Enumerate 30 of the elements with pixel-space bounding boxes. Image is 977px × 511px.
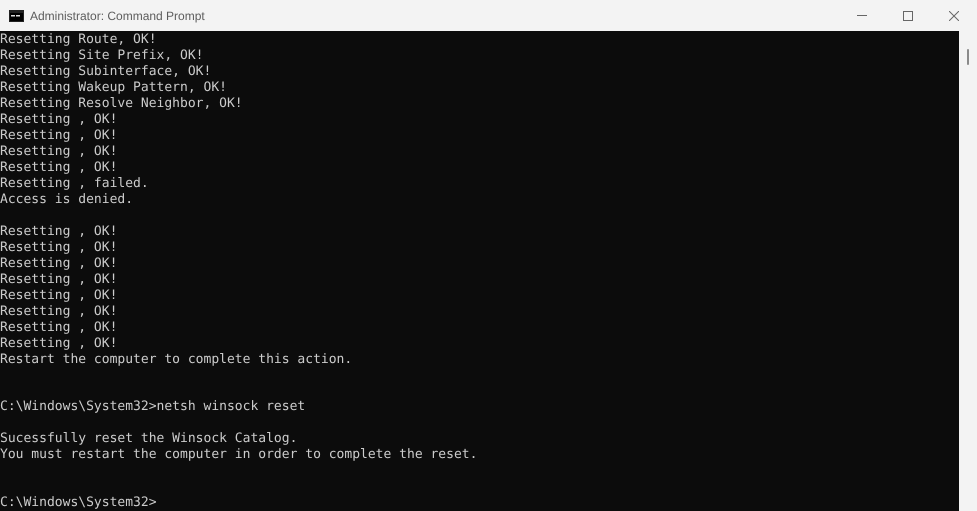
console-line: Access is denied. xyxy=(0,192,134,208)
console-line: Resetting , OK! xyxy=(0,144,118,160)
console-line: Resetting , OK! xyxy=(0,304,118,320)
console-line: Resetting , OK! xyxy=(0,128,118,144)
console-line: Resetting Subinterface, OK! xyxy=(0,64,212,80)
console-line: Resetting , OK! xyxy=(0,272,118,288)
console-line: Resetting , failed. xyxy=(0,176,149,192)
console-line: Restart the computer to complete this action. xyxy=(0,352,352,368)
console-line: Resetting , OK! xyxy=(0,160,118,176)
console-line: Resetting Resolve Neighbor, OK! xyxy=(0,96,243,112)
minimize-icon xyxy=(857,15,867,16)
maximize-icon xyxy=(903,10,913,20)
console-line: Resetting , OK! xyxy=(0,224,118,240)
console-line: Resetting , OK! xyxy=(0,256,118,272)
console-line: Resetting , OK! xyxy=(0,320,118,336)
console-line: C:\Windows\System32> xyxy=(0,494,157,511)
window-title: Administrator: Command Prompt xyxy=(30,8,205,24)
console-line: Resetting Route, OK! xyxy=(0,32,157,48)
console-line: Sucessfully reset the Winsock Catalog. xyxy=(0,431,298,448)
console-line: Resetting , OK! xyxy=(0,240,118,256)
console-line: C:\Windows\System32>netsh winsock reset xyxy=(0,399,306,416)
close-icon xyxy=(949,10,959,20)
console-line: You must restart the computer in order to complete the reset. xyxy=(0,447,478,464)
console-line: Resetting Site Prefix, OK! xyxy=(0,48,204,64)
console-line: Resetting Wakeup Pattern, OK! xyxy=(0,80,227,96)
scrollbar-thumb[interactable] xyxy=(967,49,969,65)
console-line: Resetting , OK! xyxy=(0,112,118,128)
console-line: Resetting , OK! xyxy=(0,288,118,304)
console-line: Resetting , OK! xyxy=(0,336,118,352)
console-icon xyxy=(9,10,24,22)
